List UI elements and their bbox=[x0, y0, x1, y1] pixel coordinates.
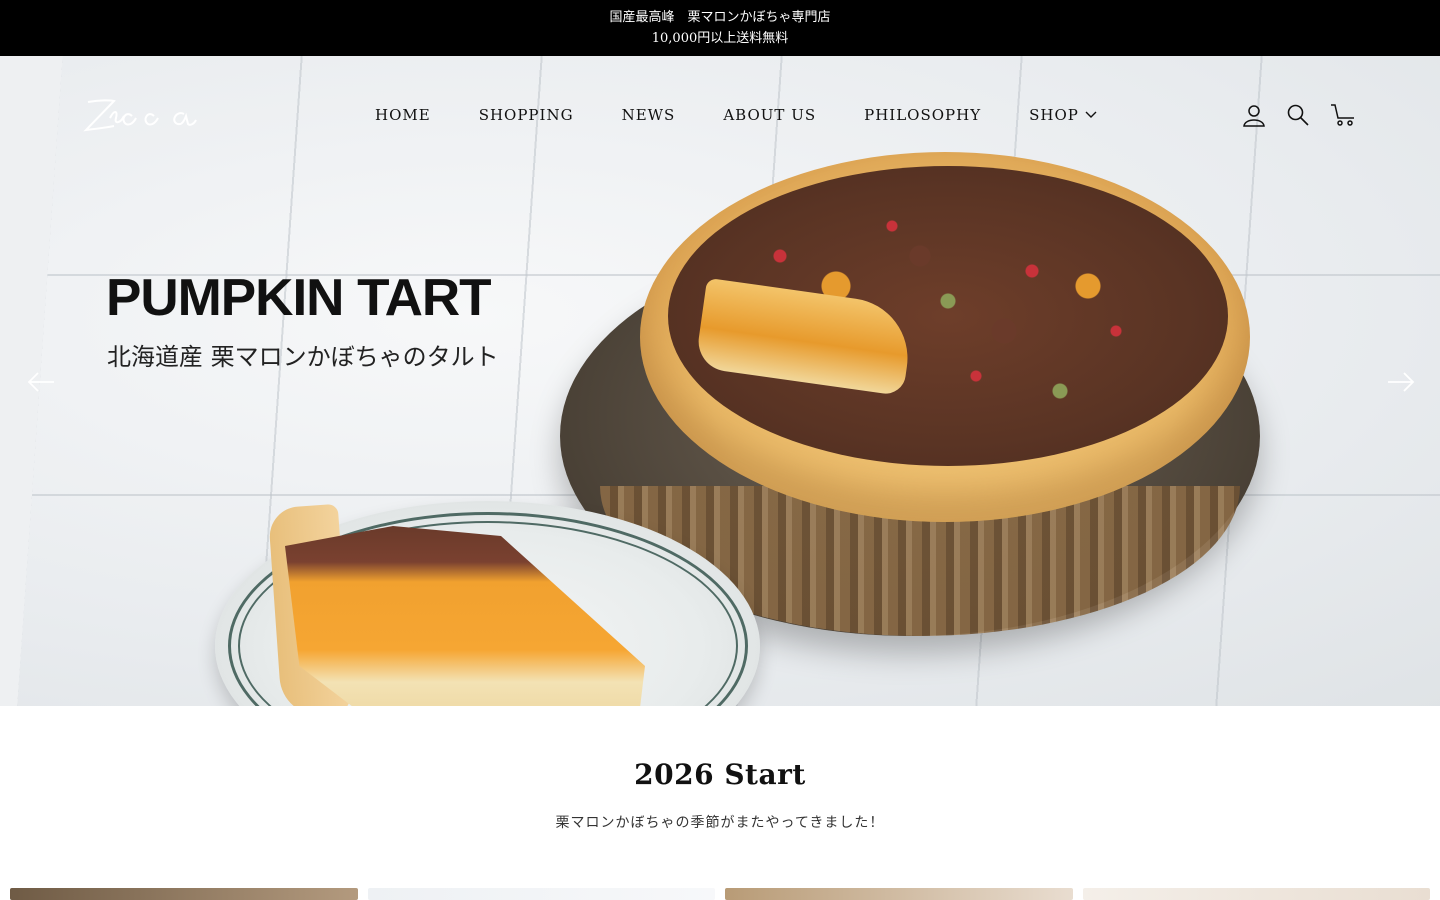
product-card-image[interactable] bbox=[367, 888, 715, 900]
search-icon[interactable] bbox=[1286, 103, 1310, 127]
cart-icon[interactable] bbox=[1330, 103, 1358, 127]
nav-news[interactable]: NEWS bbox=[598, 106, 700, 124]
nav-shop-label: SHOP bbox=[1029, 106, 1079, 124]
nav-home-label: HOME bbox=[375, 106, 431, 124]
nav-philosophy[interactable]: PHILOSOPHY bbox=[840, 106, 1005, 124]
main-nav: HOME SHOPPING NEWS ABOUT US PHILOSOPHY S… bbox=[351, 106, 1121, 124]
nav-shopping-label: SHOPPING bbox=[478, 106, 574, 124]
announcement-line-2: 10,000円以上送料無料 bbox=[651, 31, 789, 46]
product-card-image[interactable] bbox=[725, 888, 1073, 900]
site-header: HOME SHOPPING NEWS ABOUT US PHILOSOPHY S… bbox=[0, 56, 1440, 176]
nav-shop[interactable]: SHOP bbox=[1005, 106, 1121, 124]
site-logo[interactable] bbox=[80, 96, 210, 136]
section-subtitle: 栗マロンかぼちゃの季節がまたやってきました！ bbox=[555, 815, 885, 831]
nav-shopping[interactable]: SHOPPING bbox=[455, 106, 598, 124]
slide-next-arrow-icon[interactable] bbox=[1386, 370, 1416, 394]
hero-subtitle: 北海道産 栗マロンかぼちゃのタルト bbox=[107, 343, 499, 371]
nav-about-us-label: ABOUT US bbox=[723, 106, 817, 124]
announcement-line-1: 国産最高峰 栗マロンかぼちゃ専門店 bbox=[609, 10, 831, 25]
product-card-image[interactable] bbox=[1082, 888, 1430, 900]
nav-about-us[interactable]: ABOUT US bbox=[699, 106, 840, 124]
product-card-image[interactable] bbox=[10, 888, 358, 900]
nav-home[interactable]: HOME bbox=[351, 106, 455, 124]
nav-philosophy-label: PHILOSOPHY bbox=[864, 106, 982, 124]
logo-mark bbox=[83, 99, 197, 132]
header-actions bbox=[1242, 103, 1358, 127]
slide-prev-arrow-icon[interactable] bbox=[26, 370, 56, 394]
account-icon[interactable] bbox=[1242, 103, 1266, 127]
announcement-bar: 国産最高峰 栗マロンかぼちゃ専門店 10,000円以上送料無料 bbox=[0, 0, 1440, 56]
hero-title: PUMPKIN TART bbox=[106, 269, 492, 327]
section-title: 2026 Start bbox=[634, 758, 806, 791]
product-grid-preview bbox=[10, 888, 1430, 900]
nav-news-label: NEWS bbox=[621, 106, 676, 124]
chevron-down-icon bbox=[1085, 111, 1097, 118]
